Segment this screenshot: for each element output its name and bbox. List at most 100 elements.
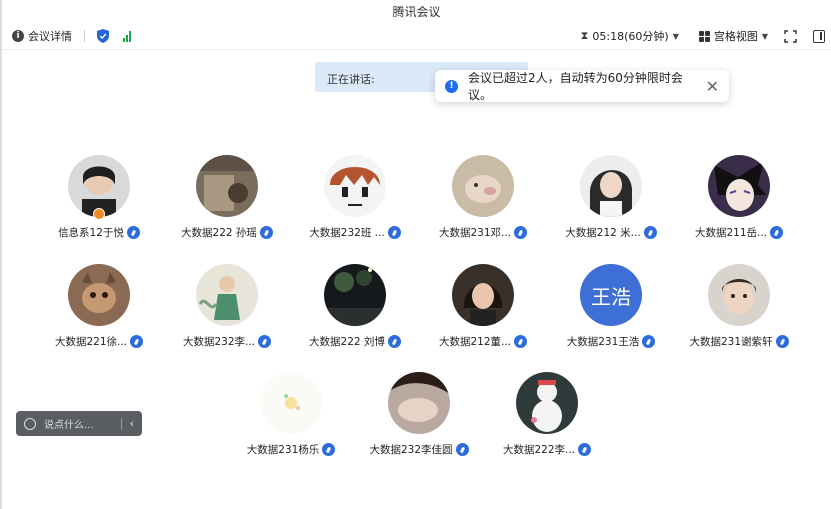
participant-name-row: 大数据232班 ...: [292, 225, 418, 240]
hourglass-icon: ⧗: [580, 29, 589, 42]
avatar: [260, 372, 322, 434]
microphone-icon: [514, 335, 528, 348]
timer-button[interactable]: ⧗ 05:18(60分钟) ▼: [581, 28, 687, 44]
microphone-icon: [258, 335, 272, 348]
participant-tile[interactable]: 大数据222 孙瑶: [164, 155, 290, 245]
participant-tile[interactable]: 大数据231杨乐: [228, 372, 354, 462]
microphone-icon: [578, 443, 592, 456]
participant-tile[interactable]: 大数据231邓...: [420, 155, 546, 245]
microphone-icon: [455, 443, 469, 456]
toolbar-left: i 会议详情: [12, 28, 131, 44]
participant-name-row: 大数据222 刘博: [292, 334, 418, 349]
avatar: [324, 264, 386, 326]
toast-message: 会议已超过2人，自动转为60分钟限时会议。: [468, 71, 683, 102]
participant-name: 大数据212 米...: [565, 227, 641, 239]
grid-view-icon: [698, 30, 710, 42]
chat-placeholder[interactable]: 说点什么...: [44, 416, 94, 431]
participant-name: 大数据231王浩: [566, 336, 640, 348]
participant-name-row: 大数据222 孙瑶: [164, 225, 290, 240]
participant-tile[interactable]: 大数据232李佳圆: [356, 372, 482, 462]
alert-icon: !: [445, 79, 458, 93]
microphone-icon: [642, 335, 656, 348]
participant-name-row: 大数据211岳...: [676, 225, 802, 240]
participant-name: 大数据212董...: [438, 336, 512, 348]
participant-name: 大数据232班 ...: [309, 227, 385, 239]
participant-name: 信息系12于悦: [58, 227, 124, 239]
avatar: [324, 155, 386, 217]
microphone-icon: [130, 335, 144, 348]
chevron-down-icon: ▼: [761, 31, 768, 41]
divider: [84, 30, 85, 42]
participant-name-row: 大数据231谢紫轩: [676, 334, 802, 349]
microphone-icon: [259, 226, 273, 239]
microphone-icon: [322, 443, 336, 456]
emoji-icon[interactable]: [24, 417, 36, 430]
participant-name: 大数据231邓...: [438, 227, 512, 239]
microphone-icon: [387, 226, 401, 239]
avatar: [196, 264, 258, 326]
view-mode-label: 宫格视图: [713, 30, 758, 43]
divider: [120, 417, 122, 430]
avatar-initials: 王浩: [580, 264, 642, 326]
participant-tile[interactable]: 大数据222 刘博: [292, 264, 418, 354]
avatar: [452, 264, 514, 326]
participant-tile[interactable]: 王浩 大数据231王浩: [548, 264, 674, 354]
chevron-left-icon[interactable]: ‹: [130, 417, 134, 430]
participant-name-row: 大数据231杨乐: [228, 442, 354, 457]
fullscreen-icon[interactable]: [784, 29, 797, 43]
participant-tile[interactable]: 大数据231谢紫轩: [676, 264, 802, 354]
meeting-window: 腾讯会议 i 会议详情 ⧗ 05:18(60分钟) ▼ 宫格视图 ▼ 正在讲话:…: [0, 0, 831, 509]
info-icon: i: [12, 30, 24, 42]
participant-tile[interactable]: 大数据221徐...: [36, 264, 162, 354]
top-toolbar: i 会议详情 ⧗ 05:18(60分钟) ▼ 宫格视图 ▼: [2, 24, 831, 50]
participant-tile[interactable]: 大数据222李...: [484, 372, 610, 462]
participant-name-row: 信息系12于悦: [36, 225, 162, 240]
participant-name-row: 大数据222李...: [484, 442, 610, 457]
participant-name: 大数据231谢紫轩: [689, 336, 773, 348]
avatar: [68, 264, 130, 326]
notification-toast: ! 会议已超过2人，自动转为60分钟限时会议。 ✕: [435, 70, 729, 102]
participant-name: 大数据222 孙瑶: [181, 227, 257, 239]
chevron-down-icon: ▼: [672, 31, 679, 41]
microphone-icon: [387, 335, 401, 348]
participant-tile[interactable]: 大数据211岳...: [676, 155, 802, 245]
chat-input-bar[interactable]: 说点什么... ‹: [16, 411, 142, 436]
shield-icon[interactable]: [97, 29, 109, 43]
close-icon[interactable]: ✕: [706, 77, 719, 96]
participant-name-row: 大数据232李...: [164, 334, 290, 349]
participant-name: 大数据231杨乐: [246, 444, 320, 456]
avatar: [516, 372, 578, 434]
participant-tile[interactable]: 大数据232班 ...: [292, 155, 418, 245]
microphone-icon: [514, 226, 528, 239]
participant-tile[interactable]: 大数据212 米...: [548, 155, 674, 245]
toolbar-right: ⧗ 05:18(60分钟) ▼ 宫格视图 ▼: [581, 28, 825, 44]
meeting-details-button[interactable]: i 会议详情: [12, 28, 72, 44]
view-mode-button[interactable]: 宫格视图 ▼: [691, 28, 776, 44]
participant-tile[interactable]: 大数据232李...: [164, 264, 290, 354]
avatar: [580, 155, 642, 217]
avatar: [452, 155, 514, 217]
participant-name-row: 大数据231王浩: [548, 334, 674, 349]
microphone-icon: [126, 226, 140, 239]
timer-label: 05:18(60分钟): [592, 30, 669, 43]
side-panel-icon[interactable]: [813, 29, 825, 43]
signal-icon[interactable]: [123, 30, 131, 42]
microphone-icon: [770, 226, 784, 239]
participant-name-row: 大数据212 米...: [548, 225, 674, 240]
participant-name: 大数据232李佳圆: [369, 444, 453, 456]
participant-name: 大数据232李...: [182, 336, 256, 348]
avatar: [708, 264, 770, 326]
microphone-icon: [775, 335, 789, 348]
meeting-details-label: 会议详情: [28, 30, 72, 43]
avatar: [708, 155, 770, 217]
window-title: 腾讯会议: [392, 5, 441, 19]
participant-name-row: 大数据221徐...: [36, 334, 162, 349]
participant-name: 大数据222 刘博: [309, 336, 385, 348]
participant-name-row: 大数据212董...: [420, 334, 546, 349]
participant-name: 大数据221徐...: [54, 336, 128, 348]
avatar: [388, 372, 450, 434]
participant-name-row: 大数据231邓...: [420, 225, 546, 240]
participant-tile[interactable]: 大数据212董...: [420, 264, 546, 354]
participant-tile[interactable]: 信息系12于悦: [36, 155, 162, 245]
participant-name: 大数据222李...: [502, 444, 576, 456]
